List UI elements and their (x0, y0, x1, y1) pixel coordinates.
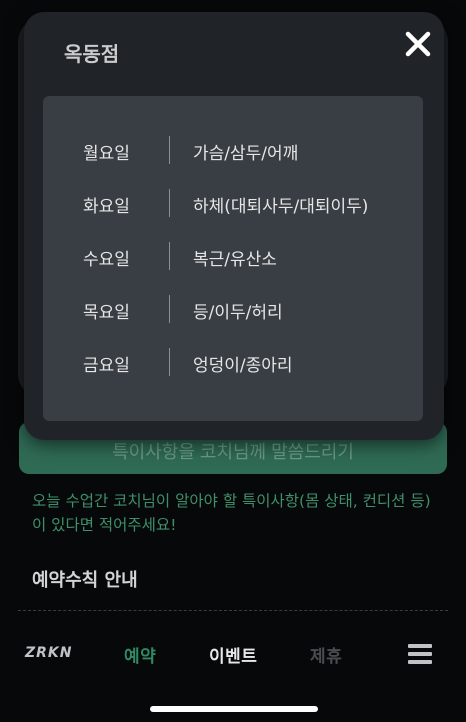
divider (18, 610, 448, 611)
hamburger-menu-icon[interactable] (408, 644, 432, 664)
row-separator (169, 348, 170, 376)
schedule-day: 수요일 (83, 250, 130, 270)
schedule-body-part: 가슴/삼두/어깨 (193, 144, 299, 164)
row-separator (169, 295, 170, 323)
nav-logo[interactable]: ZRKN (25, 645, 73, 661)
home-indicator (150, 706, 318, 712)
schedule-day: 금요일 (83, 356, 130, 376)
contact-coach-button-label: 특이사항을 코치님께 말씀드리기 (112, 441, 354, 462)
schedule-row: 화요일 하체(대퇴사두/대퇴이두) (43, 189, 423, 217)
schedule-body-part: 하체(대퇴사두/대퇴이두) (193, 197, 369, 217)
schedule-row: 목요일 등/이두/허리 (43, 295, 423, 323)
modal-title: 옥동점 (64, 42, 120, 66)
schedule-row: 수요일 복근/유산소 (43, 242, 423, 270)
row-separator (169, 136, 170, 164)
row-separator (169, 189, 170, 217)
schedule-row: 금요일 엉덩이/종아리 (43, 348, 423, 376)
schedule-day: 목요일 (83, 303, 130, 323)
schedule-panel: 월요일 가슴/삼두/어깨 화요일 하체(대퇴사두/대퇴이두) 수요일 복근/유산… (43, 96, 423, 421)
nav-item-event[interactable]: 이벤트 (209, 642, 257, 667)
bottom-nav: ZRKN 예약 이벤트 제휴 (0, 636, 466, 676)
reservation-rules-title[interactable]: 예약수칙 안내 (32, 566, 138, 592)
row-separator (169, 242, 170, 270)
nav-item-partner[interactable]: 제휴 (310, 642, 342, 667)
nav-item-reserve[interactable]: 예약 (124, 642, 156, 667)
schedule-day: 월요일 (83, 144, 130, 164)
schedule-body-part: 등/이두/허리 (193, 303, 283, 323)
schedule-day: 화요일 (83, 197, 130, 217)
branch-schedule-modal: 옥동점 월요일 가슴/삼두/어깨 화요일 하체(대퇴사두/대퇴이두) 수요일 복… (24, 12, 444, 440)
close-icon[interactable] (400, 26, 436, 62)
special-notes-hint: 오늘 수업간 코치님이 알아야 할 특이사항(몸 상태, 컨디션 등)이 있다면… (32, 492, 431, 534)
schedule-row: 월요일 가슴/삼두/어깨 (43, 136, 423, 164)
screen: 특이사항을 코치님께 말씀드리기 오늘 수업간 코치님이 알아야 할 특이사항(… (0, 0, 466, 722)
schedule-body-part: 엉덩이/종아리 (193, 356, 293, 376)
schedule-body-part: 복근/유산소 (193, 250, 277, 270)
